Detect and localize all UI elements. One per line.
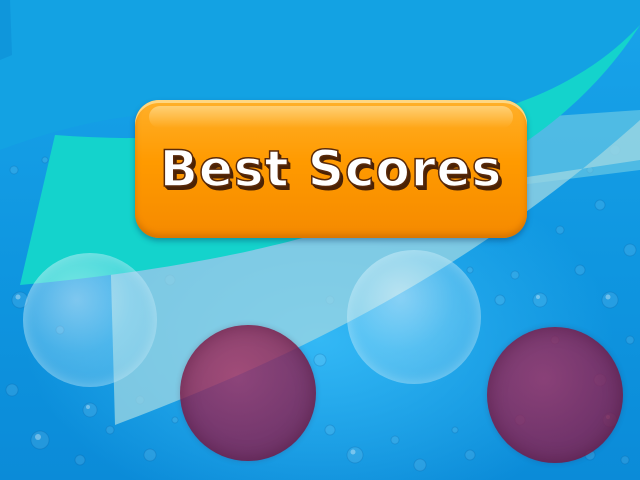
dark-bubble — [487, 327, 623, 463]
game-menu-screen: Best Scores — [0, 0, 640, 480]
light-bubble — [23, 253, 157, 387]
best-scores-label: Best Scores — [159, 139, 503, 199]
dark-bubble — [180, 325, 316, 461]
light-bubble — [347, 250, 481, 384]
best-scores-button[interactable]: Best Scores — [135, 100, 527, 238]
